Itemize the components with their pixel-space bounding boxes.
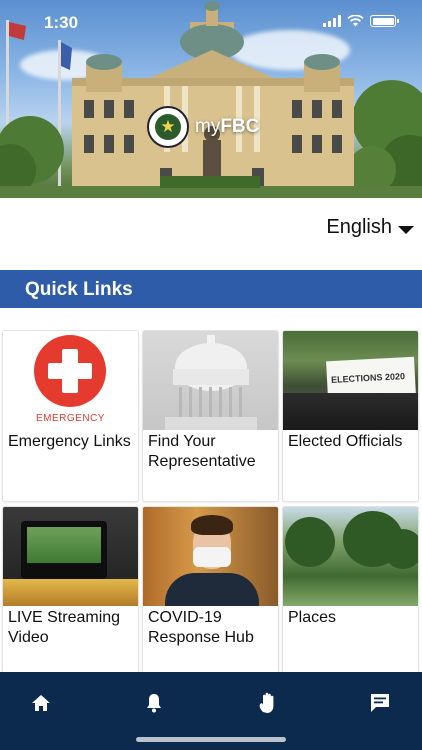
myfbc-logo: ★ myFBC <box>147 106 259 148</box>
monitor-screen <box>27 527 101 563</box>
county-seal-icon: ★ <box>147 106 189 148</box>
status-icons <box>323 15 399 27</box>
tile-label: Find Your Representative <box>148 433 256 470</box>
stadium-background <box>3 579 138 606</box>
status-time: 1:30 <box>44 13 79 32</box>
tile-covid-19-response-hub[interactable]: COVID-19 Response Hub <box>142 506 279 678</box>
tile-emergency-links[interactable]: EMERGENCY Emergency Links <box>2 330 139 502</box>
emergency-image: EMERGENCY <box>3 331 138 430</box>
park-image <box>283 507 418 606</box>
tile-label: COVID-19 Response Hub <box>148 609 254 646</box>
caret-down-icon <box>398 226 414 234</box>
elections-typewriter-image: ELECTIONS 2020 <box>283 331 418 430</box>
quick-links-grid: EMERGENCY Emergency Links Find Your Repr… <box>2 330 420 678</box>
capitol-image <box>143 331 278 430</box>
raised-hand-icon <box>259 692 274 713</box>
person-shirt <box>165 573 259 606</box>
bell-icon <box>147 694 161 713</box>
battery-icon <box>370 15 399 27</box>
section-title: Quick Links <box>25 279 133 300</box>
typewriter <box>283 393 418 430</box>
tile-elected-officials[interactable]: ELECTIONS 2020 Elected Officials <box>282 330 419 502</box>
tile-places[interactable]: Places <box>282 506 419 678</box>
language-label: English <box>326 216 392 238</box>
tile-label: Places <box>288 609 337 626</box>
masked-person-image <box>143 507 278 606</box>
tree <box>285 517 335 567</box>
brand-prefix: my <box>195 116 221 137</box>
medical-cross-icon <box>34 335 106 407</box>
signal-icon <box>323 15 341 27</box>
wifi-icon <box>347 15 364 27</box>
tree <box>383 529 418 569</box>
tile-label: Elected Officials <box>288 433 403 450</box>
brand-bold: FBC <box>220 116 260 137</box>
chat-icon <box>371 694 389 712</box>
streaming-camera-image <box>3 507 138 606</box>
tab-home[interactable] <box>23 688 59 718</box>
tile-label: Emergency Links <box>8 433 131 450</box>
hero-banner: 1:30 ★ myFBC <box>0 0 422 198</box>
language-selector[interactable]: English <box>326 216 414 239</box>
home-indicator <box>136 737 286 742</box>
tile-live-streaming-video[interactable]: LIVE Streaming Video <box>2 506 139 678</box>
person-hair <box>191 515 233 535</box>
tile-label: LIVE Streaming Video <box>8 609 121 646</box>
quick-links-header: Quick Links <box>0 270 422 308</box>
seal-star-icon: ★ <box>160 117 176 136</box>
brand-name: myFBC <box>195 116 259 138</box>
face-mask <box>193 547 231 567</box>
tab-messages[interactable] <box>362 688 398 718</box>
capitol-dome-graphic <box>165 335 257 430</box>
status-bar: 1:30 <box>0 0 422 46</box>
emergency-caption: EMERGENCY <box>36 413 105 424</box>
home-icon <box>32 695 50 711</box>
tab-notifications[interactable] <box>136 688 172 718</box>
tile-find-your-representative[interactable]: Find Your Representative <box>142 330 279 502</box>
tab-raise-hand[interactable] <box>250 688 286 718</box>
